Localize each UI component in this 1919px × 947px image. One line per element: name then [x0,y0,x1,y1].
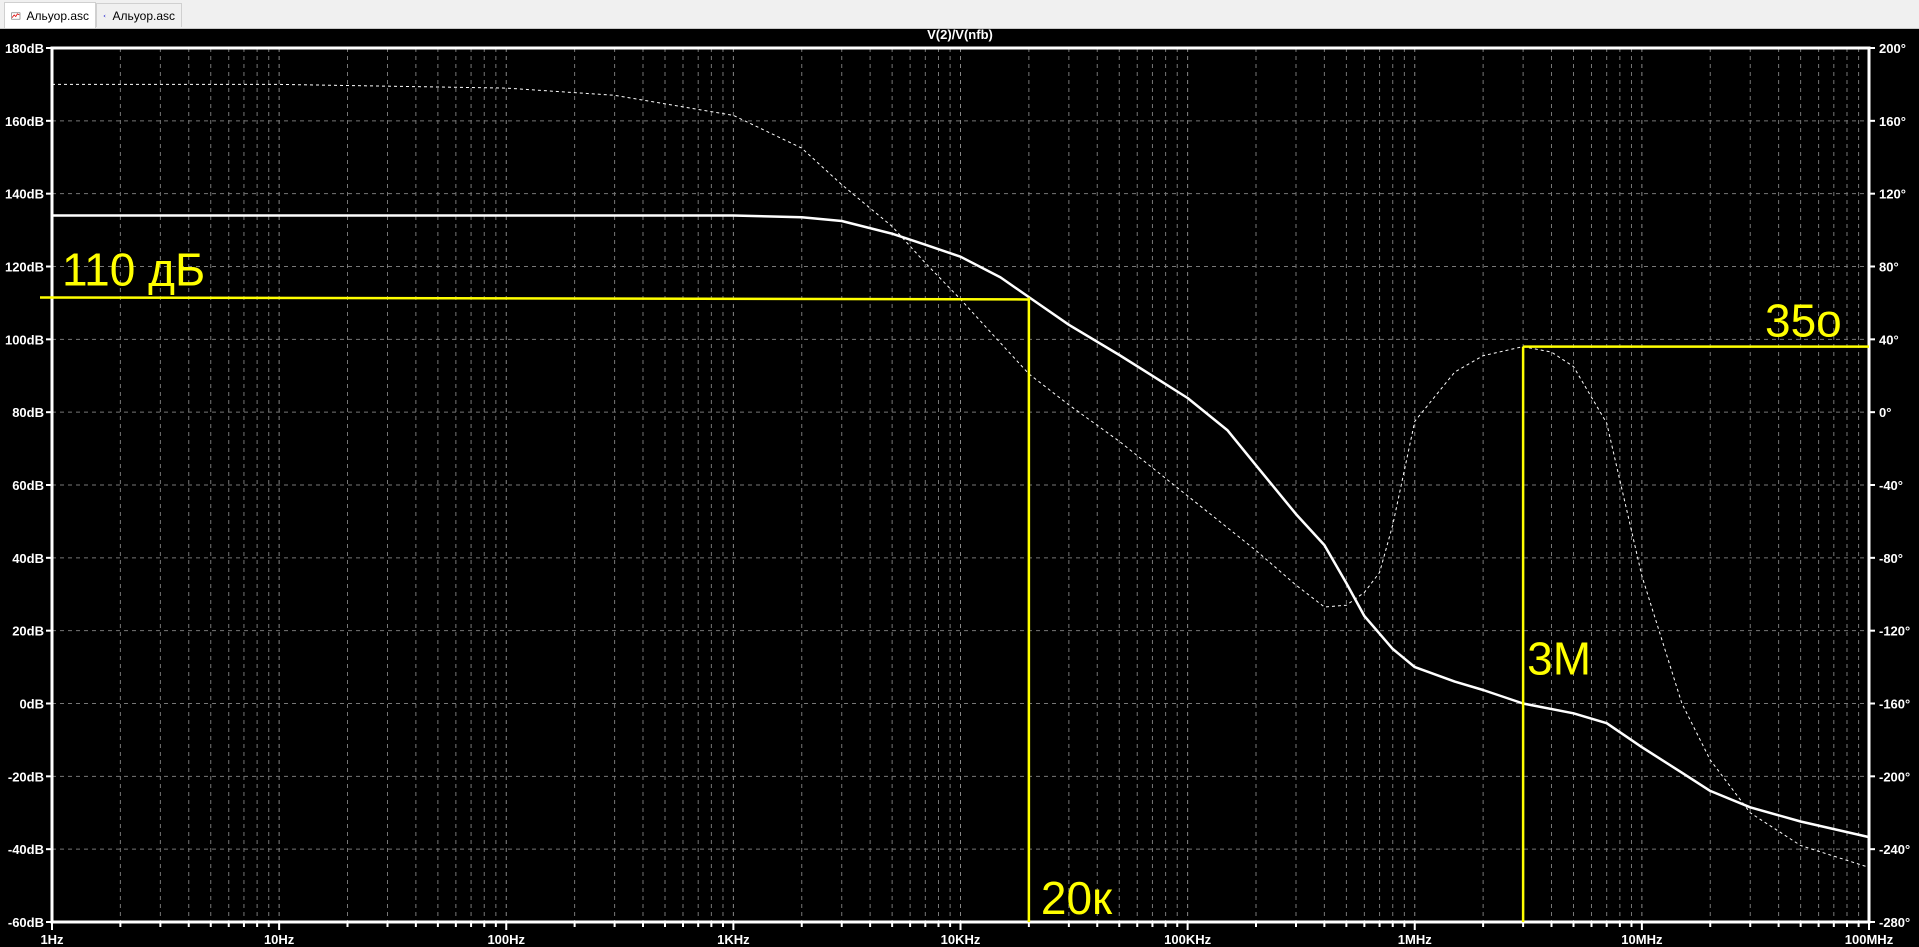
y-right-tick-label: 40° [1879,332,1899,347]
magnitude-curve [52,214,1870,839]
schematic-transistor-icon [103,14,106,17]
axes: 180dB 200° 160dB 160° 140dB 120° 120dB 80° 100dB… [5,41,1910,947]
annotation-3m-label: 3M [1527,632,1591,684]
y-left-tick-label: -40dB [8,842,44,857]
y-right-tick-label: 0° [1879,405,1891,420]
y-right-tick-label: 80° [1879,260,1899,275]
x-tick-label: 10Hz [264,932,295,947]
y-right-tick-label: -120° [1879,624,1910,639]
y-left-tick-label: -60dB [8,915,44,930]
waveform-icon [11,12,21,19]
tab-label: Альуор.asc [112,8,175,23]
y-right-tick-label: -200° [1879,769,1910,784]
grid [52,48,1869,922]
y-right-tick-label: -40° [1879,478,1903,493]
y-right-tick-label: 160° [1879,114,1906,129]
x-tick-label: 10KHz [941,932,981,947]
y-left-tick-label: 80dB [12,405,44,420]
annotation-110db-label: 110 дБ [62,243,205,295]
plot-title: V(2)/V(nfb) [927,29,993,42]
annotation-35deg-label: 35о [1765,295,1842,347]
y-right-tick-label: -240° [1879,842,1910,857]
tab-schematic[interactable]: Альуор.asc [96,3,182,27]
tab-waveform[interactable]: Альуор.asc [4,2,96,28]
tab-label: Альуор.asc [26,8,89,23]
x-tick-label: 1MHz [1398,932,1432,947]
y-left-tick-label: 140dB [5,187,44,202]
y-left-tick-label: 120dB [5,260,44,275]
y-left-tick-label: 20dB [12,624,44,639]
annotations: 110 дБ 20к 3M 35о [39,243,1869,924]
y-left-tick-label: 0dB [19,697,44,712]
x-tick-label: 100MHz [1845,932,1894,947]
y-left-tick-label: 40dB [12,551,44,566]
y-left-tick-label: -20dB [8,769,44,784]
x-tick-label: 100Hz [487,932,525,947]
x-tick-label: 1Hz [40,932,64,947]
x-tick-label: 1KHz [717,932,750,947]
y-left-tick-label: 60dB [12,478,44,493]
y-right-tick-label: 200° [1879,41,1906,56]
y-left-tick-label: 180dB [5,41,44,56]
y-left-tick-label: 160dB [5,114,44,129]
x-tick-label: 100KHz [1164,932,1211,947]
y-right-tick-label: -80° [1879,551,1903,566]
bode-plot[interactable]: V(2)/V(nfb) 180dB 200°160dB 160°140dB 120°1… [0,29,1919,947]
y-right-tick-label: -280° [1879,915,1910,930]
y-left-tick-label: 100dB [5,332,44,347]
y-right-tick-label: 120° [1879,187,1906,202]
x-tick-label: 10MHz [1621,932,1663,947]
annotation-20k-label: 20к [1041,872,1113,924]
y-right-tick-label: -160° [1879,697,1910,712]
tab-bar: Альуор.asc Альуор.asc [0,0,1919,29]
